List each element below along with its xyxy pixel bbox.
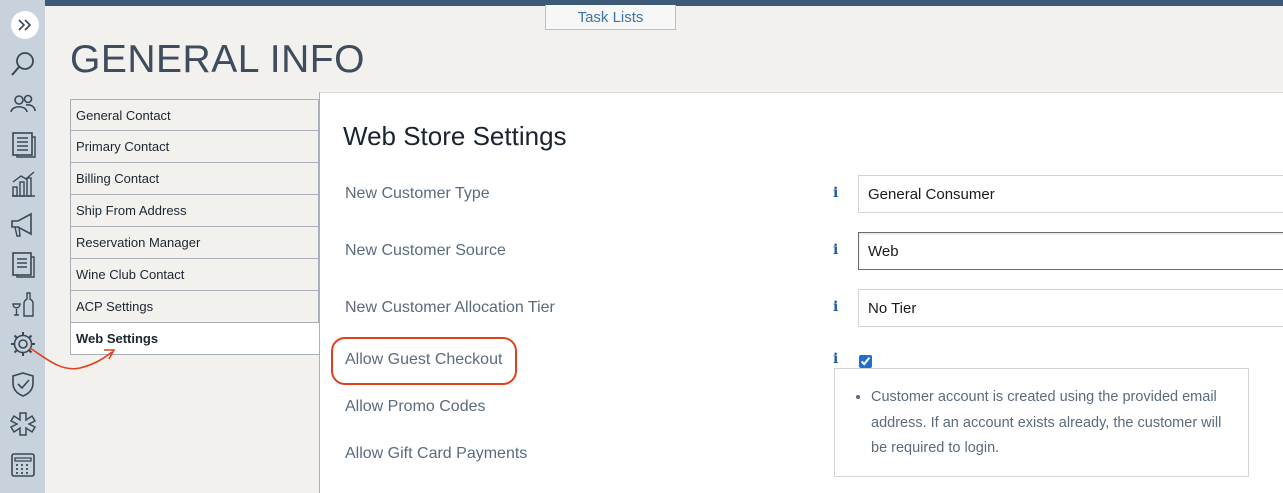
sidebar [0, 0, 45, 493]
allow-guest-checkout-checkbox[interactable] [859, 355, 872, 368]
panel-title: Web Store Settings [343, 121, 567, 151]
users-icon[interactable] [5, 86, 41, 122]
label-new-customer-source: New Customer Source [345, 242, 506, 259]
new-customer-type-select[interactable]: General Consumer [858, 175, 1283, 213]
nav-item-general-contact[interactable]: General Contact [70, 99, 319, 131]
page-title: GENERAL INFO [70, 38, 365, 81]
info-icon[interactable]: i [833, 185, 838, 201]
info-icon[interactable]: i [833, 299, 838, 315]
label-new-customer-allocation-tier: New Customer Allocation Tier [345, 299, 555, 316]
expand-icon[interactable] [11, 11, 39, 39]
nav-item-primary-contact[interactable]: Primary Contact [70, 131, 319, 163]
info-icon[interactable]: i [833, 242, 838, 258]
label-allow-gift-card-payments: Allow Gift Card Payments [345, 445, 528, 462]
highlight-outline [331, 337, 517, 385]
list-icon[interactable] [5, 126, 41, 162]
nav-item-reservation-manager[interactable]: Reservation Manager [70, 227, 319, 259]
tooltip-text: Customer account is created using the pr… [871, 385, 1228, 462]
nav-item-billing-contact[interactable]: Billing Contact [70, 163, 319, 195]
asterisk-icon[interactable] [5, 406, 41, 442]
guest-checkout-tooltip: Customer account is created using the pr… [834, 368, 1249, 477]
settings-nav: General Contact Primary Contact Billing … [70, 99, 319, 355]
gear-icon[interactable] [5, 326, 41, 362]
reports-icon[interactable] [5, 166, 41, 202]
nav-item-ship-from-address[interactable]: Ship From Address [70, 195, 319, 227]
calculator-icon[interactable] [5, 447, 41, 483]
web-store-settings-panel: Web Store Settings New Customer Type i G… [319, 92, 1283, 493]
nav-item-wine-club-contact[interactable]: Wine Club Contact [70, 259, 319, 291]
shield-icon[interactable] [5, 366, 41, 402]
new-customer-allocation-tier-select[interactable]: No Tier [858, 289, 1283, 327]
megaphone-icon[interactable] [5, 206, 41, 242]
nav-item-acp-settings[interactable]: ACP Settings [70, 291, 319, 323]
new-customer-source-select[interactable]: Web [858, 232, 1283, 270]
label-new-customer-type: New Customer Type [345, 185, 490, 202]
info-icon[interactable]: i [833, 351, 838, 367]
document-icon[interactable] [5, 246, 41, 282]
label-allow-promo-codes: Allow Promo Codes [345, 398, 486, 415]
task-lists-button[interactable]: Task Lists [545, 5, 676, 30]
search-icon[interactable] [5, 46, 41, 82]
nav-item-web-settings[interactable]: Web Settings [70, 323, 319, 355]
wine-icon[interactable] [5, 286, 41, 322]
